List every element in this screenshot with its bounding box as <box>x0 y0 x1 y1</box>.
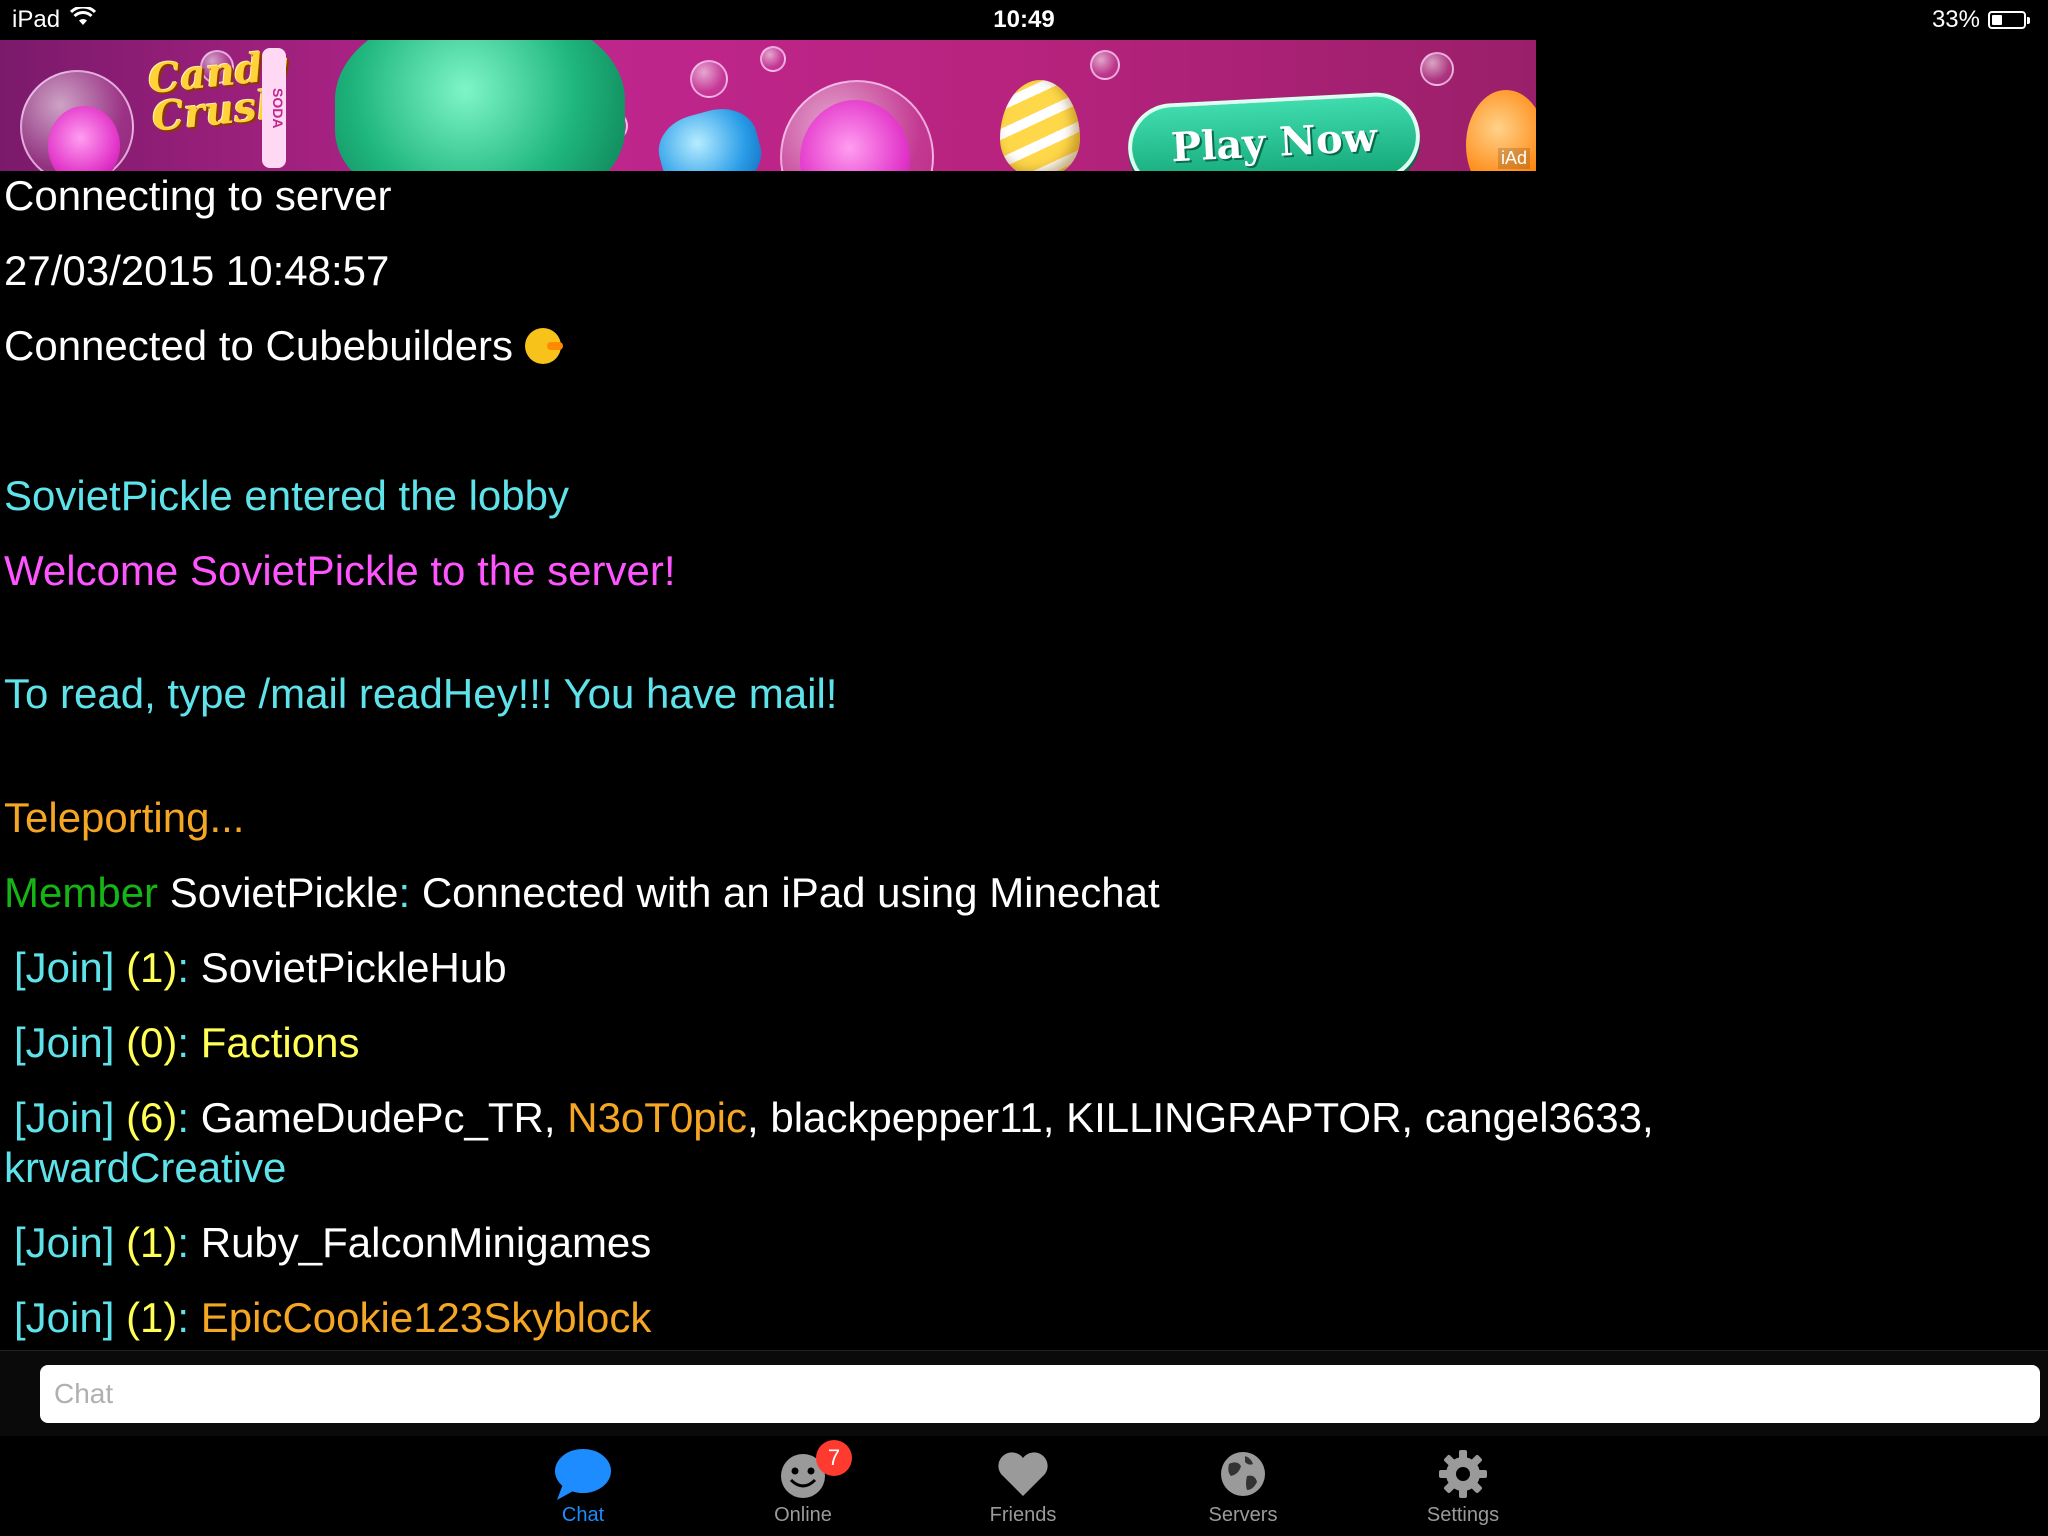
heart-icon <box>948 1446 1098 1500</box>
join-count: (1) <box>126 944 178 991</box>
tab-label: Friends <box>989 1504 1057 1526</box>
join-sep: : <box>177 944 190 991</box>
log-line-welcome: Welcome SovietPickle to the server! <box>4 547 676 594</box>
join-names: EpicCookie123Skyblock <box>189 1294 652 1341</box>
join-row: [Join] (1): Ruby_FalconMinigames <box>14 1218 651 1268</box>
smiley-icon: 7 <box>728 1440 878 1500</box>
join-row: [Join] (6): GameDudePc_TR, N3oT0pic, bla… <box>14 1093 1654 1143</box>
soda-bottle: SODA <box>262 48 286 168</box>
member-rank: Member <box>4 869 159 916</box>
bubble-decoration <box>1090 50 1120 80</box>
join-count: (1) <box>126 1219 178 1266</box>
join-sep: : <box>177 1019 190 1066</box>
online-count-badge: 7 <box>816 1440 852 1476</box>
tab-online[interactable]: 7 Online <box>728 1440 878 1527</box>
log-line-entered: SovietPickle entered the lobby <box>4 472 570 519</box>
join-count: (0) <box>126 1019 178 1066</box>
tab-servers[interactable]: Servers <box>1168 1446 1318 1527</box>
tab-chat[interactable]: Chat <box>508 1446 658 1527</box>
member-name: SovietPickle <box>158 869 399 916</box>
blue-candy-image <box>651 100 769 171</box>
join-tag: [Join] <box>14 1019 115 1066</box>
tab-bar: Chat 7 Online Friends Servers Settings <box>0 1436 2048 1536</box>
join-sep: : <box>177 1219 190 1266</box>
log-line-teleporting: Teleporting... <box>4 794 245 841</box>
chat-input[interactable] <box>40 1365 2040 1423</box>
join-tag: [Join] <box>14 1094 115 1141</box>
bubble-decoration <box>690 60 728 98</box>
ad-banner[interactable]: Candy Crush SODA Play Now iAd <box>0 40 1536 171</box>
tab-label: Online <box>774 1504 832 1526</box>
join-sep: : <box>177 1294 190 1341</box>
join-count: (6) <box>126 1094 178 1141</box>
join-count: (1) <box>126 1294 178 1341</box>
join-names: SovietPickleHub <box>189 944 507 991</box>
join-row: [Join] (1): SovietPickleHub <box>14 943 507 993</box>
play-now-button[interactable]: Play Now <box>1125 90 1423 171</box>
status-right: 33% <box>1931 6 2030 34</box>
status-time: 10:49 <box>993 6 1055 33</box>
join-sep: : <box>177 1094 190 1141</box>
battery-percent: 33% <box>1931 6 1980 33</box>
join-tag: [Join] <box>14 1294 115 1341</box>
globe-icon <box>1168 1446 1318 1500</box>
connected-text: Connected to Cubebuilders <box>4 322 514 369</box>
battery-level <box>1992 15 2002 25</box>
log-line-mail: To read, type /mail readHey!!! You have … <box>4 670 838 717</box>
log-line-timestamp: 27/03/2015 10:48:57 <box>4 247 390 294</box>
green-jelly-image <box>335 40 625 171</box>
join-name: GameDudePc_TR, <box>189 1094 568 1141</box>
gear-icon <box>1388 1446 1538 1500</box>
chat-input-bar <box>0 1350 2048 1437</box>
chick-emoji-icon <box>525 328 564 364</box>
soda-text: SODA <box>270 87 286 129</box>
bubble-decoration <box>760 46 786 72</box>
battery-icon <box>1988 11 2030 29</box>
join-row-wrap: krwardCreative <box>4 1144 287 1191</box>
log-line-connected: Connected to Cubebuilders <box>4 321 564 371</box>
join-tag: [Join] <box>14 1219 115 1266</box>
tab-settings[interactable]: Settings <box>1388 1446 1538 1527</box>
join-names: Ruby_FalconMinigames <box>189 1219 652 1266</box>
join-name: , blackpepper11, KILLINGRAPTOR, cangel36… <box>747 1094 1654 1141</box>
tab-friends[interactable]: Friends <box>948 1446 1098 1527</box>
join-row: [Join] (1): EpicCookie123Skyblock <box>14 1293 651 1343</box>
log-line-member: Member SovietPickle: Connected with an i… <box>4 868 1160 918</box>
member-message: Connected with an iPad using Minechat <box>410 869 1160 916</box>
join-row: [Join] (0): Factions <box>14 1018 359 1068</box>
log-line-connecting: Connecting to server <box>4 172 392 219</box>
member-sep: : <box>398 869 411 916</box>
tab-label: Chat <box>561 1504 605 1526</box>
tab-label: Settings <box>1426 1504 1500 1526</box>
striped-egg-image <box>1000 80 1080 171</box>
iad-label: iAd <box>1497 148 1530 169</box>
status-bar: iPad 10:49 33% <box>0 0 2048 40</box>
join-names: Factions <box>189 1019 360 1066</box>
chat-bubble-icon <box>508 1446 658 1500</box>
join-tag: [Join] <box>14 944 115 991</box>
join-name: N3oT0pic <box>567 1094 747 1141</box>
bubble-decoration <box>1420 52 1454 86</box>
tab-label: Servers <box>1208 1504 1278 1526</box>
